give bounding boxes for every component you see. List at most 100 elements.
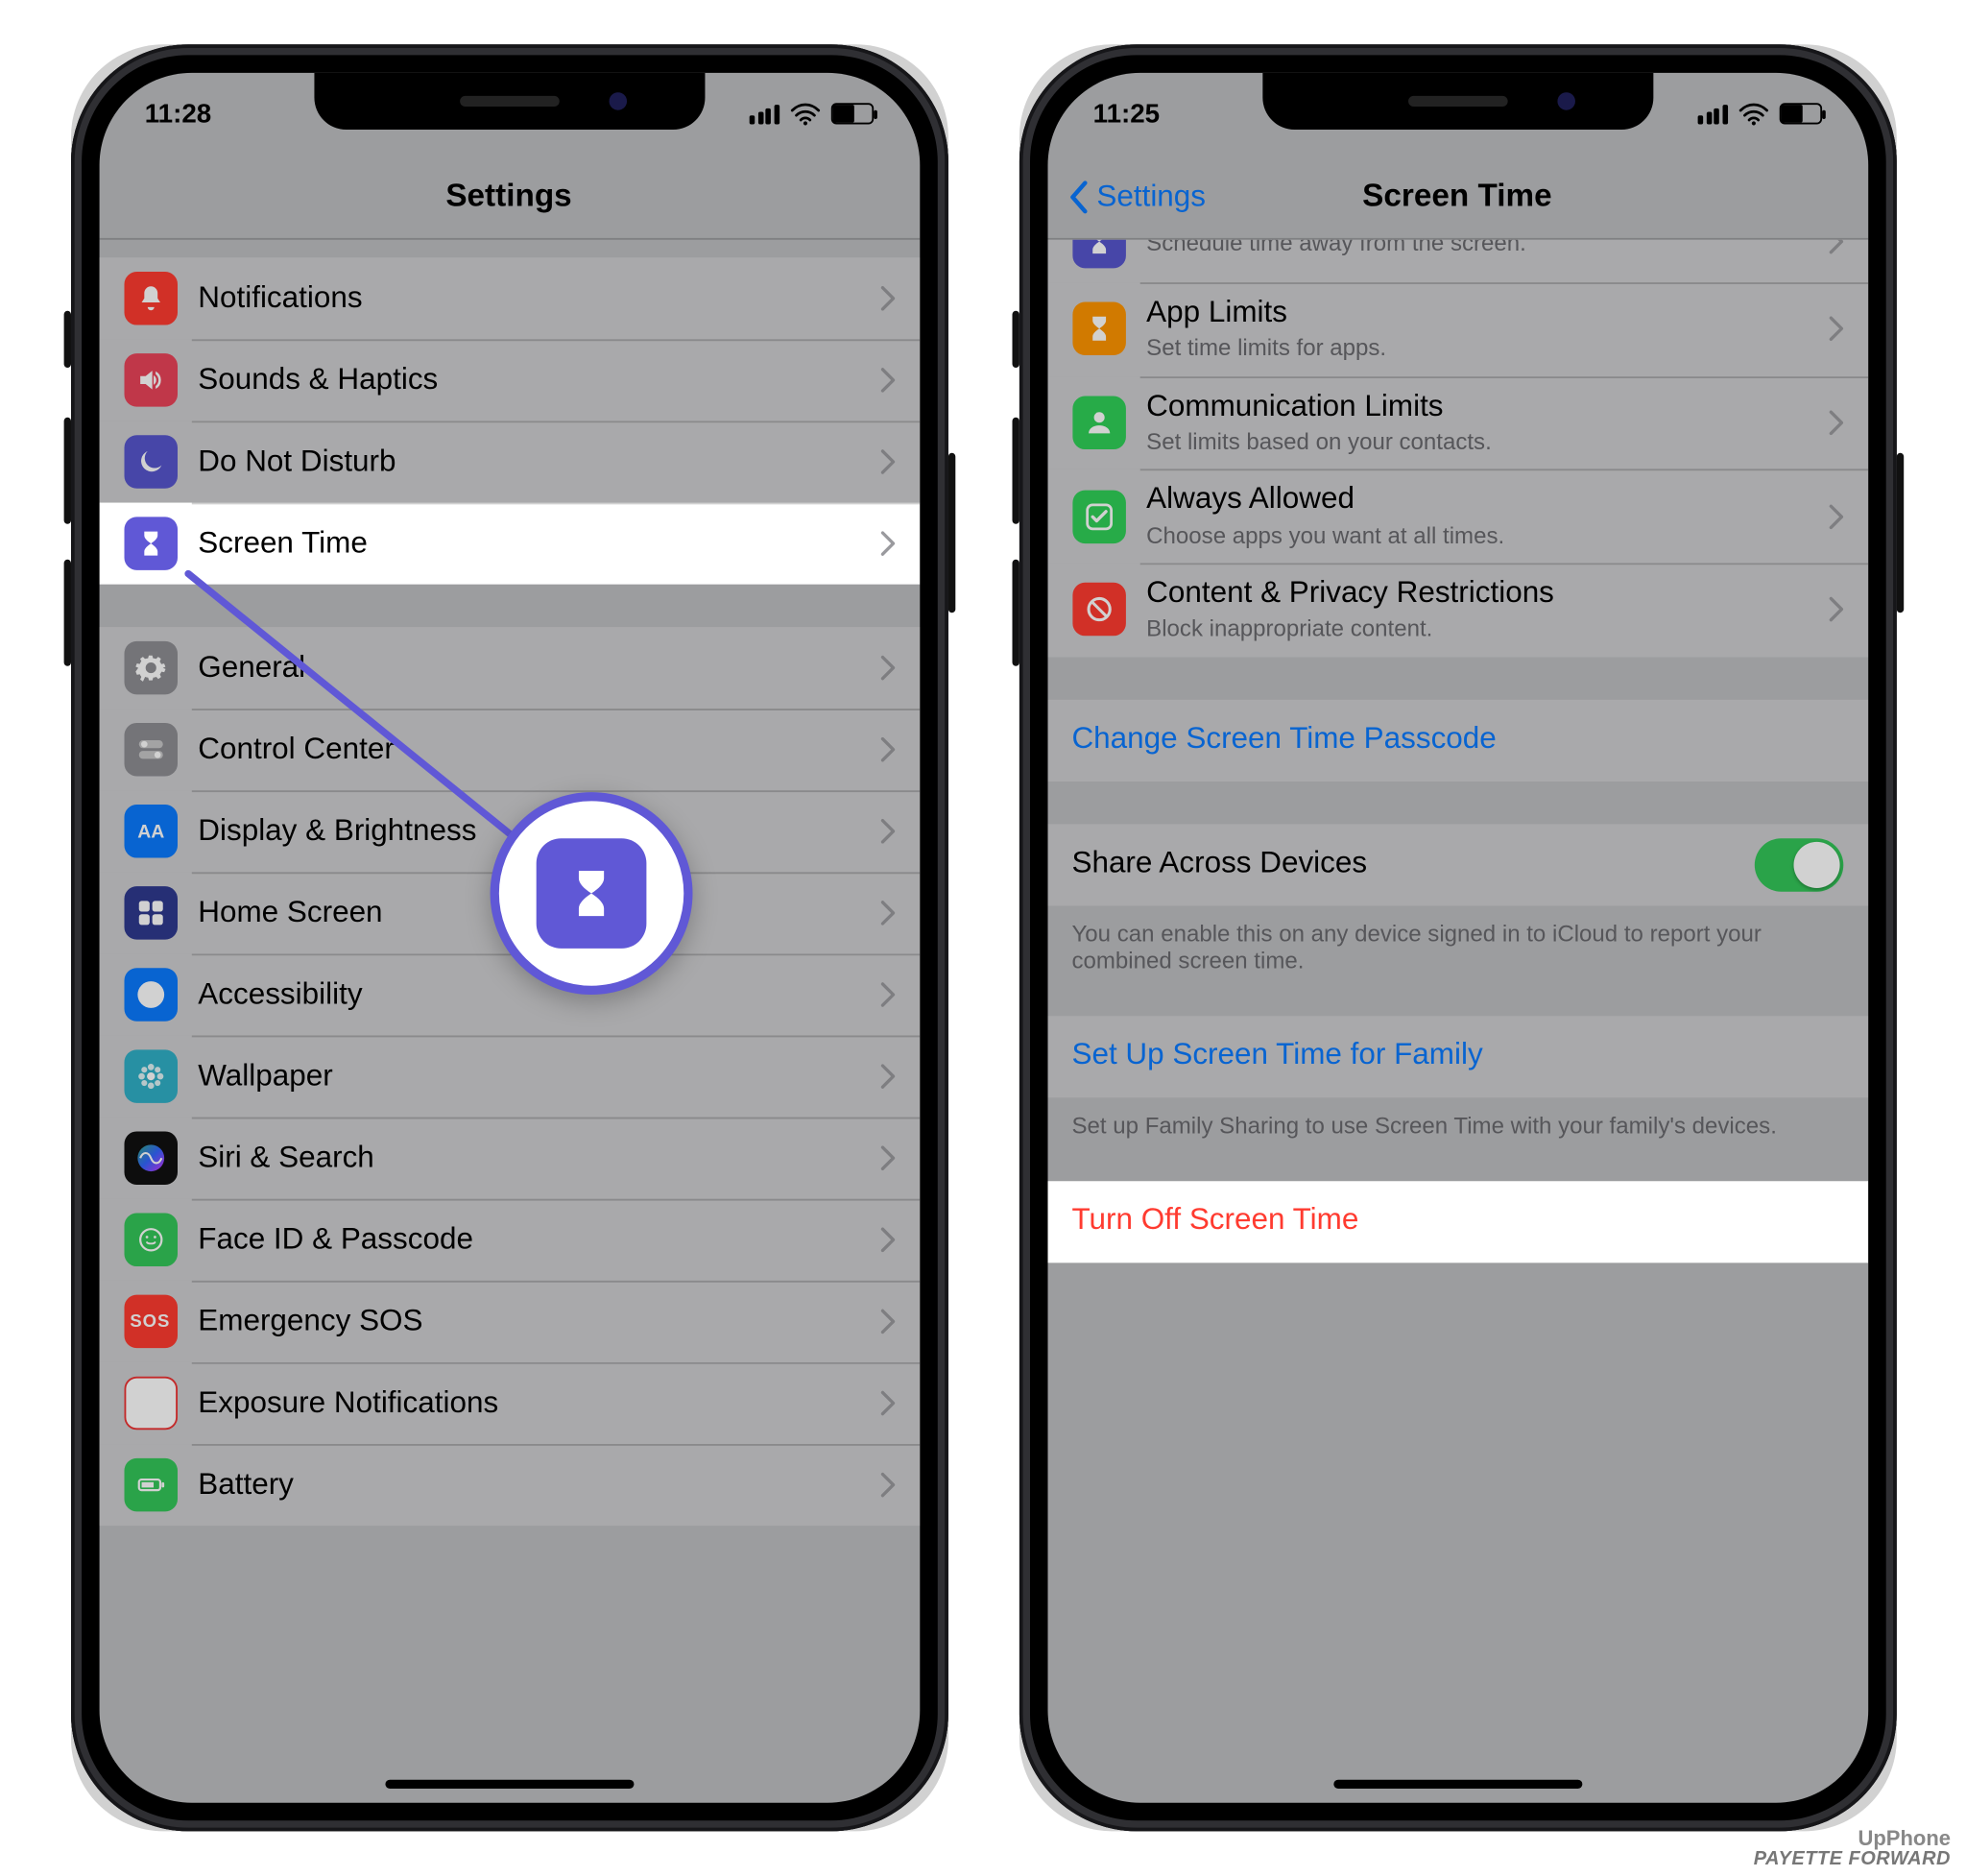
row-title: Screen Time <box>198 525 879 562</box>
chevron-right-icon <box>880 368 895 393</box>
settings-row[interactable]: App Limits Set time limits for apps. <box>1047 282 1868 375</box>
hourglass-icon <box>1071 240 1125 269</box>
setup-family-label: Set Up Screen Time for Family <box>1071 1038 1842 1074</box>
chevron-left-icon <box>1068 179 1090 214</box>
chevron-right-icon <box>880 901 895 926</box>
status-time: 11:25 <box>1093 99 1160 129</box>
settings-row[interactable]: SOS Emergency SOS <box>99 1281 920 1362</box>
right-phone-frame: 11:25 Settings Screen Time Schedule time… <box>1019 44 1896 1831</box>
chevron-right-icon <box>1829 317 1843 342</box>
status-time: 11:28 <box>145 99 211 129</box>
home-indicator[interactable] <box>385 1780 634 1789</box>
row-subtitle: Choose apps you want at all times. <box>1146 521 1828 550</box>
notifications-icon <box>124 272 178 325</box>
sos-icon: SOS <box>124 1295 178 1349</box>
chevron-right-icon <box>880 656 895 681</box>
row-title: Communication Limits <box>1146 389 1828 425</box>
chevron-right-icon <box>880 737 895 762</box>
battery-icon <box>124 1458 178 1512</box>
settings-row[interactable]: Schedule time away from the screen. <box>1047 240 1868 282</box>
share-across-devices-label: Share Across Devices <box>1071 846 1753 882</box>
faceid-icon <box>124 1214 178 1267</box>
settings-row[interactable]: Always Allowed Choose apps you want at al… <box>1047 469 1868 563</box>
turn-off-screen-time-row[interactable]: Turn Off Screen Time <box>1047 1181 1868 1263</box>
chevron-right-icon <box>880 1145 895 1170</box>
turn-off-label: Turn Off Screen Time <box>1071 1203 1842 1239</box>
change-passcode-label: Change Screen Time Passcode <box>1071 722 1842 758</box>
settings-row[interactable]: General <box>99 627 920 709</box>
chevron-right-icon <box>880 1064 895 1089</box>
row-title: Emergency SOS <box>198 1304 879 1340</box>
nav-bar: Settings Screen Time <box>1047 155 1868 240</box>
settings-row[interactable]: Accessibility <box>99 954 920 1036</box>
chevron-right-icon <box>880 286 895 311</box>
row-title: Control Center <box>198 732 879 768</box>
share-across-devices-row[interactable]: Share Across Devices <box>1047 824 1868 905</box>
settings-row[interactable]: Face ID & Passcode <box>99 1199 920 1281</box>
nav-bar: Settings <box>99 155 920 240</box>
settings-row[interactable]: Control Center <box>99 709 920 790</box>
settings-row[interactable]: Notifications <box>99 257 920 339</box>
check-icon <box>1071 490 1125 543</box>
chevron-right-icon <box>880 1228 895 1253</box>
row-title: Wallpaper <box>198 1058 879 1094</box>
row-title: Always Allowed <box>1146 482 1828 518</box>
settings-row[interactable]: Content & Privacy RestrictionsBlock inap… <box>1047 563 1868 656</box>
hourglass-icon <box>536 838 646 949</box>
settings-row[interactable]: Sounds & Haptics <box>99 340 920 421</box>
cellular-icon <box>750 104 779 123</box>
aa-icon <box>124 805 178 858</box>
row-subtitle: Set time limits for apps. <box>1146 335 1828 364</box>
chevron-right-icon <box>1829 504 1843 529</box>
settings-row[interactable]: Wallpaper <box>99 1036 920 1118</box>
row-title: Battery <box>198 1467 879 1503</box>
chevron-right-icon <box>880 531 895 556</box>
chevron-right-icon <box>880 982 895 1007</box>
screen-time-callout <box>490 792 692 995</box>
share-toggle[interactable] <box>1754 838 1843 892</box>
battery-status-icon <box>1779 103 1821 124</box>
notch <box>314 73 705 130</box>
nav-title: Settings <box>445 178 571 215</box>
screen-time-settings[interactable]: Schedule time away from the screen. App L… <box>1047 240 1868 1803</box>
change-passcode-row[interactable]: Change Screen Time Passcode <box>1047 699 1868 781</box>
gear-icon <box>124 641 178 695</box>
accessibility-icon <box>124 968 178 1022</box>
settings-list[interactable]: Notifications Sounds & Haptics Do Not Dist… <box>99 240 920 1803</box>
hourglass-icon <box>1071 302 1125 356</box>
chevron-right-icon <box>880 1310 895 1335</box>
back-label: Settings <box>1096 179 1206 214</box>
row-subtitle: Set limits based on your contacts. <box>1146 428 1828 457</box>
settings-row[interactable]: Screen Time <box>99 503 920 585</box>
row-title: Accessibility <box>198 976 879 1013</box>
row-subtitle: Schedule time away from the screen. <box>1146 240 1828 258</box>
sounds-icon <box>124 353 178 407</box>
back-button[interactable]: Settings <box>1068 155 1206 238</box>
settings-row[interactable]: Communication Limits Set limits based on … <box>1047 376 1868 469</box>
row-title: Siri & Search <box>198 1140 879 1176</box>
settings-row[interactable]: Exposure Notifications <box>99 1362 920 1444</box>
wifi-icon <box>789 103 819 126</box>
settings-row[interactable]: Battery <box>99 1444 920 1526</box>
switches-icon <box>124 723 178 777</box>
covid-icon <box>124 1377 178 1431</box>
row-title: Do Not Disturb <box>198 444 879 480</box>
cellular-icon <box>1698 104 1728 123</box>
chevron-right-icon <box>880 1391 895 1416</box>
settings-row[interactable]: Do Not Disturb <box>99 421 920 503</box>
grid-icon <box>124 886 178 940</box>
settings-row[interactable]: Siri & Search <box>99 1118 920 1199</box>
wifi-icon <box>1738 103 1767 126</box>
home-indicator[interactable] <box>1332 1780 1581 1789</box>
family-footer: Set up Family Sharing to use Screen Time… <box>1047 1097 1868 1139</box>
hourglass-icon <box>124 517 178 571</box>
row-title: App Limits <box>1146 295 1828 331</box>
chevron-right-icon <box>880 819 895 844</box>
row-subtitle: Block inappropriate content. <box>1146 615 1828 644</box>
row-title: Face ID & Passcode <box>198 1222 879 1259</box>
notch <box>1261 73 1652 130</box>
row-title: Notifications <box>198 280 879 317</box>
setup-family-row[interactable]: Set Up Screen Time for Family <box>1047 1016 1868 1097</box>
battery-status-icon <box>830 103 873 124</box>
flower-icon <box>124 1050 178 1104</box>
